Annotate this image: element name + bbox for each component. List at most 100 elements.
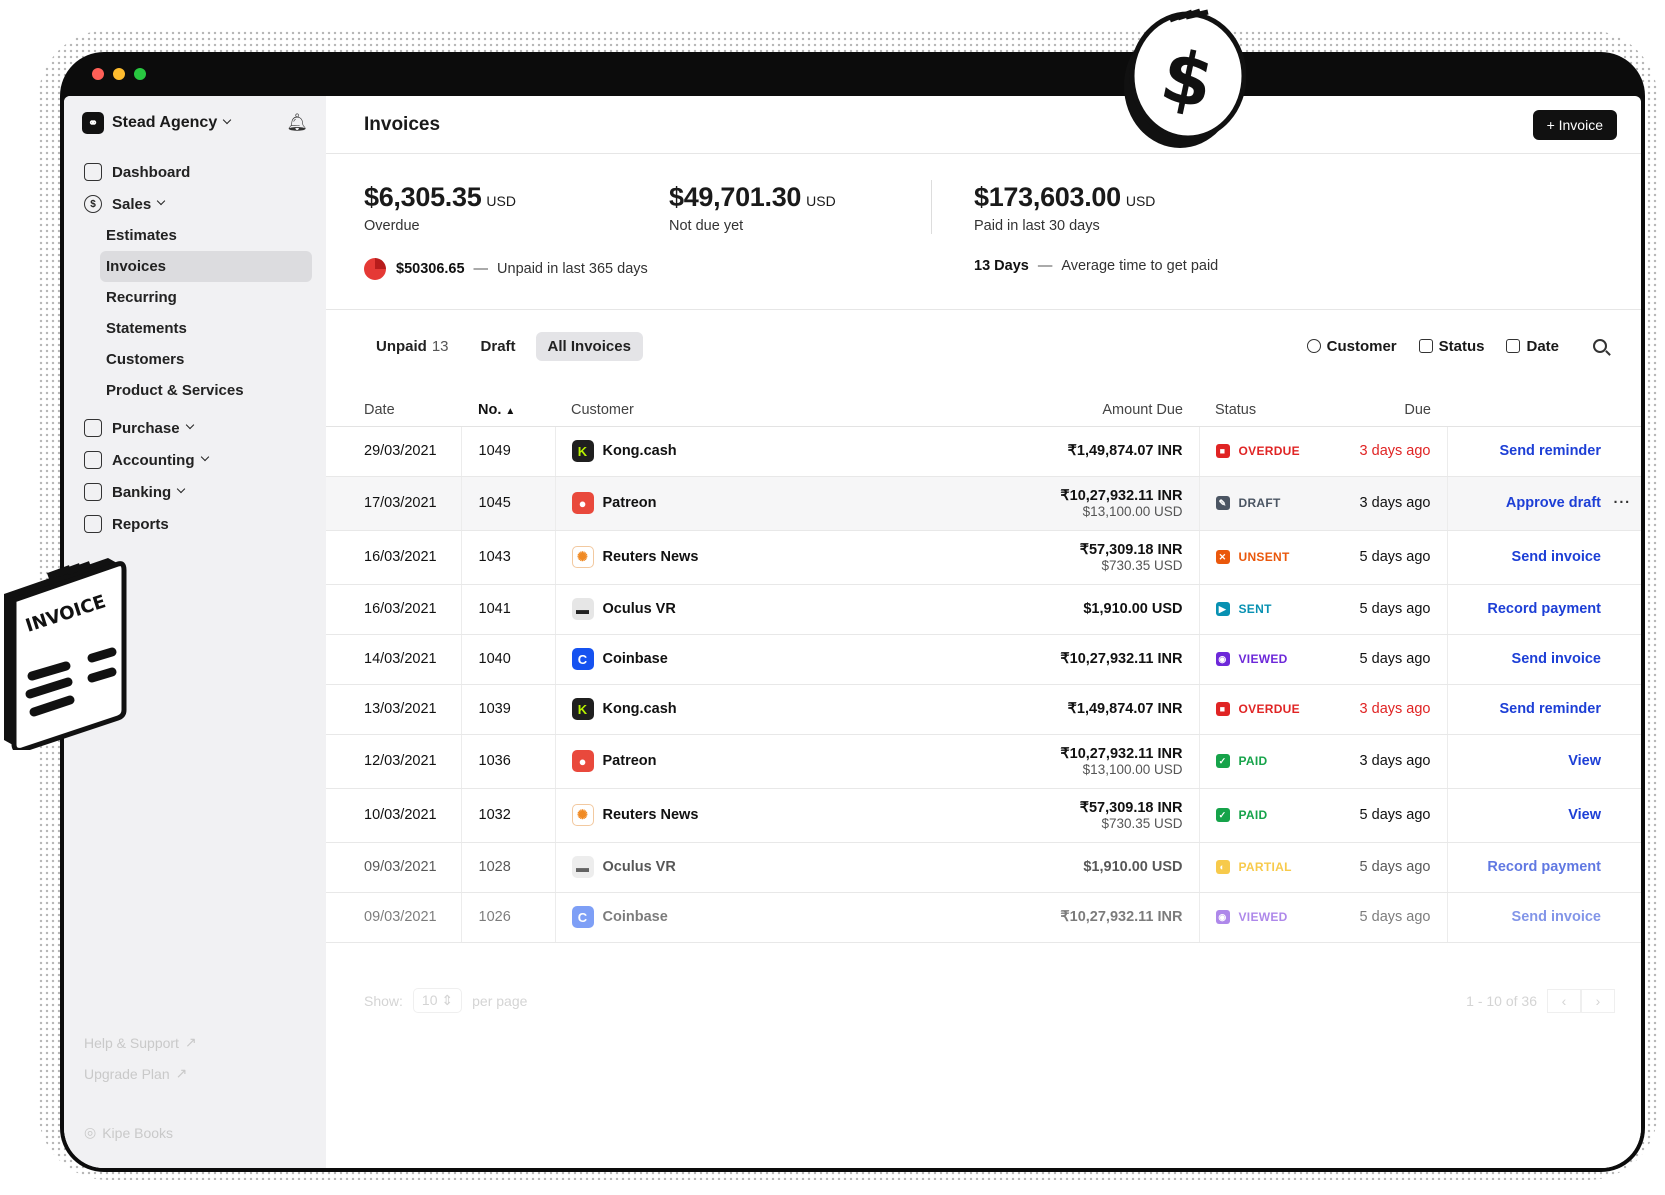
table-row[interactable]: 10/03/2021 1032 ✺ Reuters News ₹57,309.18 IN… <box>326 788 1641 843</box>
window-controls <box>92 68 146 80</box>
row-action-link[interactable]: Record payment <box>1487 859 1601 875</box>
minimize-dot[interactable] <box>113 68 125 80</box>
screenshot-stage: ⚭ Stead Agency 🔔︎ Dashboard $ Sales Estim… <box>0 0 1665 1195</box>
sort-asc-icon: ▲ <box>505 405 516 417</box>
chevron-down-icon <box>176 484 186 494</box>
table-row[interactable]: 09/03/2021 1026 C Coinbase ₹10,27,932.11 INR… <box>326 892 1641 943</box>
more-options-icon[interactable]: ··· <box>1614 495 1632 511</box>
sidebar-item-invoices[interactable]: Invoices <box>100 251 312 282</box>
tab-all-invoices[interactable]: All Invoices <box>535 331 643 361</box>
col-status[interactable]: Status <box>1199 384 1329 427</box>
col-no[interactable]: No. ▲ <box>461 384 555 427</box>
cell-date: 29/03/2021 <box>326 426 462 477</box>
status-badge: PAID <box>1238 754 1268 768</box>
status-badge: VIEWED <box>1238 652 1288 666</box>
date-filter[interactable]: Date <box>1506 338 1559 355</box>
cell-customer: ✺ Reuters News <box>555 530 969 585</box>
avg-time-label: Average time to get paid <box>1061 258 1219 274</box>
cell-due: 5 days ago <box>1329 842 1448 893</box>
row-action-link[interactable]: View <box>1568 753 1601 769</box>
row-action-link[interactable]: Send invoice <box>1512 651 1601 667</box>
cell-customer: ▬ Oculus VR <box>555 842 969 893</box>
col-customer[interactable]: Customer <box>555 384 969 427</box>
app-body: ⚭ Stead Agency 🔔︎ Dashboard $ Sales Estim… <box>64 96 1641 1168</box>
unpaid-year-label: Unpaid in last 365 days <box>497 261 648 277</box>
sidebar-item-recurring[interactable]: Recurring <box>78 282 312 313</box>
search-icon[interactable] <box>1593 339 1607 353</box>
row-action-link[interactable]: Send invoice <box>1512 909 1601 925</box>
customer-filter[interactable]: Customer <box>1306 338 1397 355</box>
brand-logo-icon: ◎ <box>84 1124 97 1140</box>
dollar-coin-illustration: $ <box>1124 8 1246 148</box>
cell-amount: ₹1,49,874.07 INR <box>969 684 1200 735</box>
col-due[interactable]: Due <box>1329 384 1447 427</box>
row-action-link[interactable]: Send invoice <box>1512 549 1601 565</box>
invoice-illustration: INVOICE <box>4 558 127 750</box>
org-switcher[interactable]: ⚭ Stead Agency 🔔︎ <box>82 112 308 134</box>
next-page-button[interactable]: › <box>1581 988 1615 1013</box>
amount-primary: $1,910.00 USD <box>1083 859 1183 875</box>
amount-primary: ₹1,49,874.07 INR <box>1067 701 1183 717</box>
customer-logo-icon: K <box>571 698 594 720</box>
table-row[interactable]: 16/03/2021 1041 ▬ Oculus VR $1,910.00 USD ▶ SE… <box>326 584 1641 635</box>
external-link-icon: ↗ <box>175 1065 188 1081</box>
cell-amount: $1,910.00 USD <box>969 584 1200 635</box>
sidebar-item-dashboard[interactable]: Dashboard <box>78 156 312 188</box>
upgrade-plan-link[interactable]: Upgrade Plan ↗ <box>84 1058 197 1089</box>
cell-date: 17/03/2021 <box>326 476 462 531</box>
col-amount[interactable]: Amount Due <box>969 384 1199 427</box>
sidebar-item-accounting[interactable]: Accounting <box>78 444 312 476</box>
sidebar-item-customers[interactable]: Customers <box>78 344 312 375</box>
cell-number: 1041 <box>461 584 556 635</box>
sidebar-item-estimates[interactable]: Estimates <box>78 220 312 251</box>
table-row[interactable]: 14/03/2021 1040 C Coinbase ₹10,27,932.11 INR… <box>326 634 1641 685</box>
col-date[interactable]: Date <box>326 384 461 427</box>
status-filter[interactable]: Status <box>1418 338 1484 355</box>
table-row[interactable]: 12/03/2021 1036 ● Patreon ₹10,27,932.11 INR $… <box>326 734 1641 789</box>
calendar-icon <box>1506 339 1521 353</box>
amount-primary: ₹57,309.18 INR <box>1079 541 1183 558</box>
sidebar-footer: Help & Support ↗ Upgrade Plan ↗ ◎ Kipe Book… <box>84 1027 197 1148</box>
new-invoice-button[interactable]: + Invoice <box>1532 109 1617 140</box>
table-row[interactable]: 09/03/2021 1028 ▬ Oculus VR $1,910.00 USD ◐ PA… <box>326 842 1641 893</box>
sidebar-item-label: Dashboard <box>112 163 191 181</box>
stat-paid: $173,603.00 USD Paid in last 30 days <box>974 182 1155 234</box>
table-row[interactable]: 16/03/2021 1043 ✺ Reuters News ₹57,309.18 IN… <box>326 530 1641 585</box>
status-badge: OVERDUE <box>1238 444 1300 458</box>
row-action-link[interactable]: Send reminder <box>1499 443 1601 459</box>
sidebar-item-statements[interactable]: Statements <box>78 313 312 344</box>
status-viewed-icon: ◉ <box>1215 652 1230 666</box>
row-action-link[interactable]: View <box>1568 807 1601 823</box>
row-action-link[interactable]: Send reminder <box>1499 701 1601 717</box>
cell-date: 09/03/2021 <box>326 842 462 893</box>
per-page-select[interactable]: 10 ⇕ <box>412 988 463 1013</box>
cell-action: View <box>1447 734 1641 789</box>
help-support-link[interactable]: Help & Support ↗ <box>84 1027 197 1058</box>
sidebar-item-label: Reports <box>112 515 169 533</box>
row-action-link[interactable]: Record payment <box>1487 601 1601 617</box>
row-action-link[interactable]: Approve draft <box>1506 495 1601 511</box>
tab-unpaid[interactable]: Unpaid 13 <box>364 332 461 361</box>
table-row[interactable]: 29/03/2021 1049 K Kong.cash ₹1,49,874.07 INR… <box>326 426 1641 477</box>
cell-action: Send reminder <box>1447 426 1641 477</box>
sidebar-item-products[interactable]: Product & Services <box>78 375 312 406</box>
sidebar-item-sales[interactable]: $ Sales <box>78 188 312 220</box>
table-row[interactable]: 13/03/2021 1039 K Kong.cash ₹1,49,874.07 INR… <box>326 684 1641 735</box>
close-dot[interactable] <box>92 68 104 80</box>
maximize-dot[interactable] <box>134 68 146 80</box>
sidebar-item-reports[interactable]: Reports <box>78 508 312 540</box>
sidebar-item-purchase[interactable]: Purchase <box>78 412 312 444</box>
stats-divider <box>931 180 932 234</box>
unpaid-year-stat: $50306.65 — Unpaid in last 365 days <box>364 258 648 280</box>
table-row[interactable]: 17/03/2021 1045 ● Patreon ₹10,27,932.11 INR $… <box>326 476 1641 531</box>
cell-due: 5 days ago <box>1329 530 1448 585</box>
sidebar-item-label: Sales <box>112 195 152 213</box>
bell-icon[interactable]: 🔔︎ <box>286 113 308 133</box>
amount-primary: ₹10,27,932.11 INR <box>1060 651 1183 667</box>
prev-page-button[interactable]: ‹ <box>1547 988 1581 1013</box>
amount-primary: ₹57,309.18 INR <box>1079 799 1183 816</box>
chevron-down-icon <box>156 196 166 206</box>
sidebar-item-banking[interactable]: Banking <box>78 476 312 508</box>
status-badge: DRAFT <box>1238 496 1281 510</box>
tab-draft[interactable]: Draft <box>469 332 528 361</box>
